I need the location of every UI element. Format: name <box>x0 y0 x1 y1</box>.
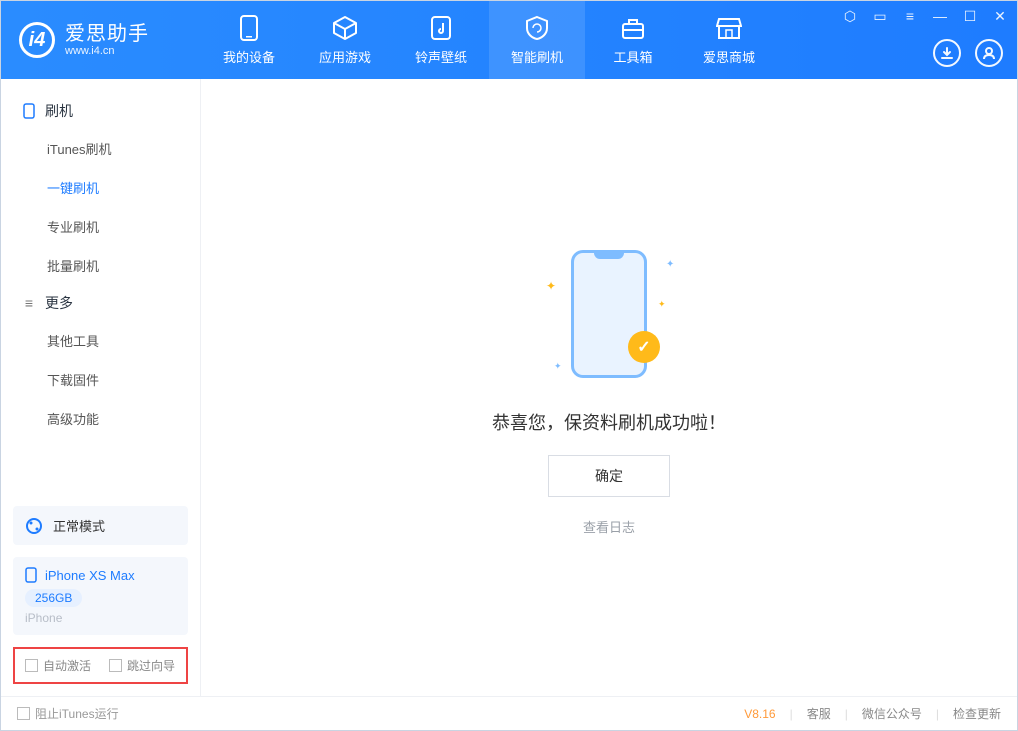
mode-card[interactable]: 正常模式 <box>13 506 188 545</box>
separator: | <box>936 707 939 721</box>
app-window: i4 爱思助手 www.i4.cn 我的设备 应用游戏 铃声壁纸 智能刷机 <box>0 0 1018 731</box>
device-name: iPhone XS Max <box>45 568 135 583</box>
sidebar-bottom: 正常模式 iPhone XS Max 256GB iPhone 自动激活 <box>1 494 200 696</box>
sidebar-group-flash: 刷机 iTunes刷机 一键刷机 专业刷机 批量刷机 <box>1 93 200 285</box>
checkbox-auto-activate-label: 自动激活 <box>43 657 91 674</box>
music-file-icon <box>428 15 454 41</box>
mode-icon <box>25 517 43 535</box>
success-message: 恭喜您，保资料刷机成功啦！ <box>492 409 726 435</box>
sidebar-group-flash-header: 刷机 <box>21 93 180 129</box>
sidebar-item-advanced[interactable]: 高级功能 <box>21 399 180 438</box>
sparkle-icon: ✦ <box>554 361 562 369</box>
app-subtitle: www.i4.cn <box>65 45 149 57</box>
checkbox-block-itunes[interactable]: 阻止iTunes运行 <box>17 705 119 722</box>
shirt-icon[interactable]: ⬡ <box>839 5 861 27</box>
sidebar-item-itunes-flash[interactable]: iTunes刷机 <box>21 129 180 168</box>
view-log-link[interactable]: 查看日志 <box>583 517 635 536</box>
wechat-link[interactable]: 微信公众号 <box>862 705 922 722</box>
close-button[interactable]: ✕ <box>989 5 1011 27</box>
note-icon[interactable]: ▭ <box>869 5 891 27</box>
separator: | <box>845 707 848 721</box>
tab-ring-label: 铃声壁纸 <box>415 47 467 66</box>
support-link[interactable]: 客服 <box>807 705 831 722</box>
main-panel: ✓ ✦ ✦ ✦ ✦ 恭喜您，保资料刷机成功啦！ 确定 查看日志 <box>201 79 1017 696</box>
version-label: V8.16 <box>744 707 775 721</box>
sidebar-group-flash-title: 刷机 <box>45 101 73 121</box>
checkbox-icon <box>25 659 38 672</box>
minimize-button[interactable]: — <box>929 5 951 27</box>
device-card[interactable]: iPhone XS Max 256GB iPhone <box>13 557 188 635</box>
tab-device-label: 我的设备 <box>223 47 275 66</box>
footer-bar: 阻止iTunes运行 V8.16 | 客服 | 微信公众号 | 检查更新 <box>1 696 1017 730</box>
phone-small-icon <box>21 103 37 119</box>
sparkle-icon: ✦ <box>546 279 554 287</box>
checkbox-skip-guide[interactable]: 跳过向导 <box>109 657 175 674</box>
logo-text-block: 爱思助手 www.i4.cn <box>65 23 149 57</box>
sparkle-icon: ✦ <box>658 299 666 307</box>
tab-tools[interactable]: 工具箱 <box>585 1 681 79</box>
separator: | <box>790 707 793 721</box>
success-illustration: ✓ ✦ ✦ ✦ ✦ <box>534 239 684 389</box>
tab-device[interactable]: 我的设备 <box>201 1 297 79</box>
tab-tools-label: 工具箱 <box>613 47 652 66</box>
tab-flash[interactable]: 智能刷机 <box>489 1 585 79</box>
device-type: iPhone <box>25 611 176 625</box>
window-controls: ⬡ ▭ ≡ — ☐ ✕ <box>839 5 1011 27</box>
checkbox-auto-activate[interactable]: 自动激活 <box>25 657 91 674</box>
store-icon <box>716 15 742 41</box>
sidebar-group-more-header: ≡ 更多 <box>21 285 180 321</box>
device-phone-icon <box>25 567 37 583</box>
device-storage-badge: 256GB <box>25 589 82 607</box>
checkbox-row-highlighted: 自动激活 跳过向导 <box>13 647 188 684</box>
sparkle-icon: ✦ <box>666 259 674 267</box>
logo-icon: i4 <box>19 22 55 58</box>
app-title: 爱思助手 <box>65 23 149 45</box>
tab-apps[interactable]: 应用游戏 <box>297 1 393 79</box>
phone-icon <box>236 15 262 41</box>
device-name-row: iPhone XS Max <box>25 567 176 583</box>
toolbox-icon <box>620 15 646 41</box>
checkbox-icon <box>17 707 30 720</box>
sidebar-item-onekey-flash[interactable]: 一键刷机 <box>21 168 180 207</box>
checkbox-skip-guide-label: 跳过向导 <box>127 657 175 674</box>
check-badge-icon: ✓ <box>628 331 660 363</box>
tab-apps-label: 应用游戏 <box>319 47 371 66</box>
header-actions <box>933 39 1003 67</box>
logo-area: i4 爱思助手 www.i4.cn <box>1 1 201 79</box>
tab-store[interactable]: 爱思商城 <box>681 1 777 79</box>
checkbox-icon <box>109 659 122 672</box>
sidebar-item-batch-flash[interactable]: 批量刷机 <box>21 246 180 285</box>
tab-ring[interactable]: 铃声壁纸 <box>393 1 489 79</box>
main-tabs: 我的设备 应用游戏 铃声壁纸 智能刷机 工具箱 爱思商城 <box>201 1 777 79</box>
download-button[interactable] <box>933 39 961 67</box>
check-update-link[interactable]: 检查更新 <box>953 705 1001 722</box>
sidebar-item-download-firmware[interactable]: 下载固件 <box>21 360 180 399</box>
list-icon: ≡ <box>21 295 37 311</box>
shield-refresh-icon <box>524 15 550 41</box>
menu-icon[interactable]: ≡ <box>899 5 921 27</box>
header-bar: i4 爱思助手 www.i4.cn 我的设备 应用游戏 铃声壁纸 智能刷机 <box>1 1 1017 79</box>
body: 刷机 iTunes刷机 一键刷机 专业刷机 批量刷机 ≡ 更多 其他工具 下载固… <box>1 79 1017 696</box>
sidebar-group-more-title: 更多 <box>45 293 73 313</box>
cube-icon <box>332 15 358 41</box>
mode-label: 正常模式 <box>53 516 105 535</box>
sidebar-item-other-tools[interactable]: 其他工具 <box>21 321 180 360</box>
sidebar-item-pro-flash[interactable]: 专业刷机 <box>21 207 180 246</box>
profile-button[interactable] <box>975 39 1003 67</box>
checkbox-block-itunes-label: 阻止iTunes运行 <box>35 705 119 722</box>
maximize-button[interactable]: ☐ <box>959 5 981 27</box>
footer-right: V8.16 | 客服 | 微信公众号 | 检查更新 <box>744 705 1001 722</box>
tab-store-label: 爱思商城 <box>703 47 755 66</box>
ok-button[interactable]: 确定 <box>548 455 670 497</box>
tab-flash-label: 智能刷机 <box>511 47 563 66</box>
sidebar: 刷机 iTunes刷机 一键刷机 专业刷机 批量刷机 ≡ 更多 其他工具 下载固… <box>1 79 201 696</box>
sidebar-group-more: ≡ 更多 其他工具 下载固件 高级功能 <box>1 285 200 438</box>
